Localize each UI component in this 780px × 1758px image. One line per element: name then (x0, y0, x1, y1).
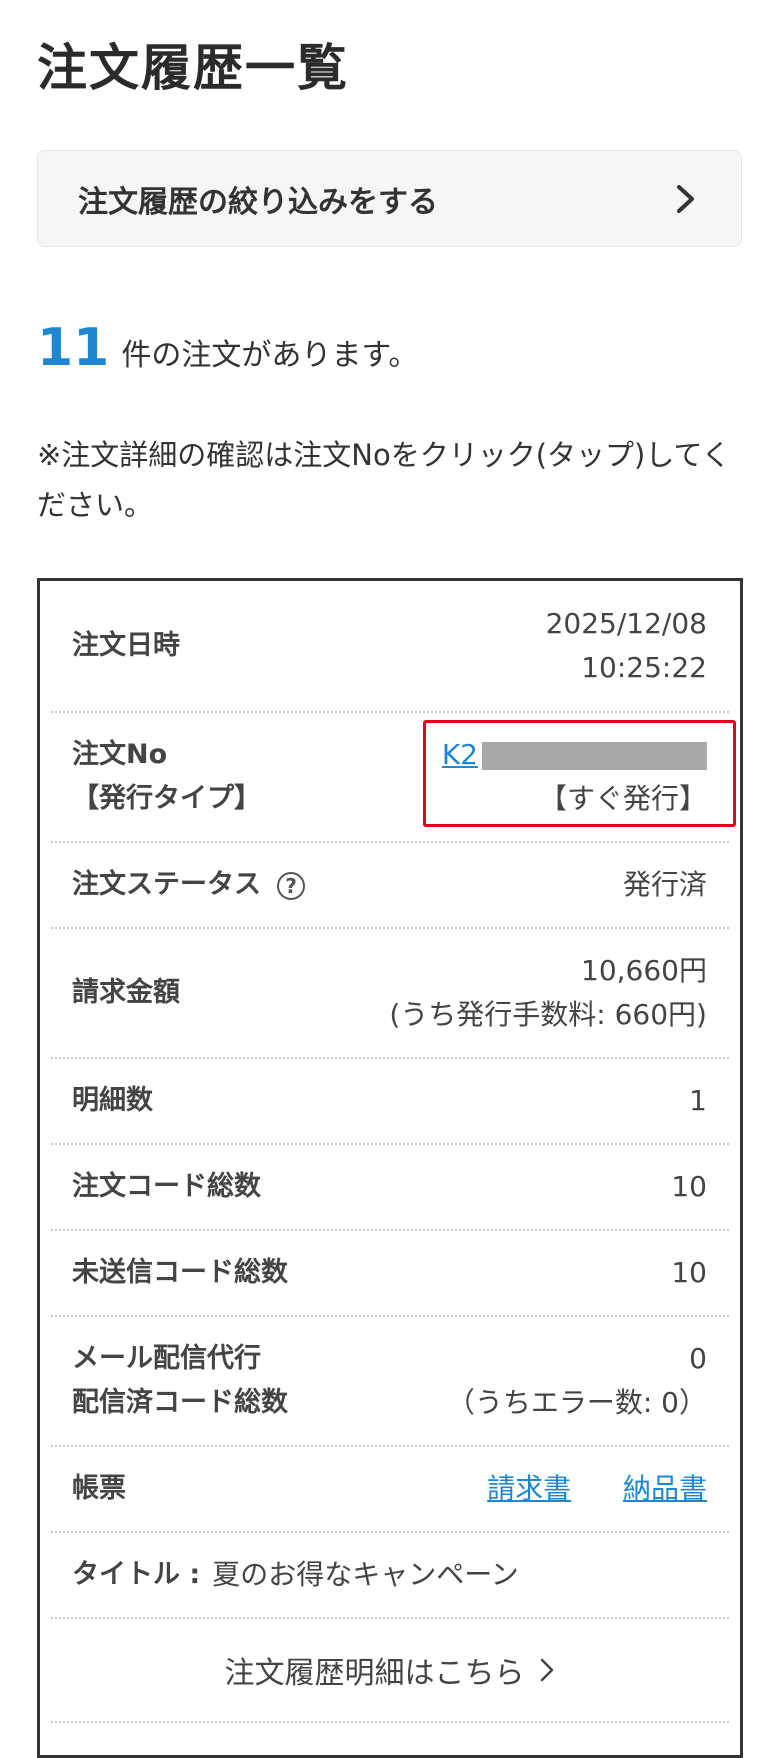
instruction-note: ※注文詳細の確認は注文Noをクリック(タップ)してください。 (37, 438, 731, 522)
mail-delivery-label: メール配信代行 (72, 1343, 261, 1374)
unsent-code-total-value: 10 (671, 1256, 707, 1289)
row-documents: 帳票 請求書 納品書 (51, 1447, 729, 1533)
row-order-datetime: 注文日時 2025/12/08 10:25:22 (51, 581, 729, 713)
chevron-right-icon (671, 184, 701, 214)
delivered-code-total: 0 (689, 1342, 707, 1375)
order-datetime-label: 注文日時 (72, 630, 180, 661)
chevron-right-icon (539, 1657, 555, 1683)
row-item-count: 明細数 1 (51, 1059, 729, 1145)
filter-button-label: 注文履歴の絞り込みをする (78, 184, 438, 220)
row-billing-amount: 請求金額 10,660円 (うち発行手数料: 660円) (51, 929, 729, 1059)
order-no-label: 注文No (72, 739, 168, 770)
billing-amount: 10,660円 (581, 954, 707, 987)
row-mail-delivery: メール配信代行 配信済コード総数 0 （うちエラー数: 0） (51, 1317, 729, 1447)
order-count: 11 件の注文があります。 (37, 322, 418, 374)
question-circle-icon[interactable]: ? (277, 871, 305, 900)
order-status-label: 注文ステータス (72, 869, 261, 900)
order-code-total-value: 10 (671, 1170, 707, 1203)
unsent-code-total-label: 未送信コード総数 (72, 1257, 288, 1288)
page-title: 注文履歴一覧 (37, 39, 349, 97)
documents-label: 帳票 (72, 1473, 126, 1504)
documents-links: 請求書 納品書 (487, 1467, 707, 1511)
order-no-labels: 注文No 【発行タイプ】 (72, 733, 261, 821)
order-time: 10:25:22 (581, 651, 707, 684)
item-count-value: 1 (689, 1084, 707, 1117)
order-date: 2025/12/08 (545, 607, 707, 640)
title-label: タイトル : (72, 1559, 201, 1590)
mail-delivery-value: 0 （うちエラー数: 0） (447, 1337, 707, 1425)
item-count-label: 明細数 (72, 1085, 153, 1116)
billing-amount-value: 10,660円 (うち発行手数料: 660円) (389, 949, 707, 1037)
billing-fee: (うち発行手数料: 660円) (389, 998, 707, 1031)
order-status-value: 発行済 (622, 868, 707, 901)
invoice-link[interactable]: 請求書 (487, 1472, 571, 1505)
row-title: タイトル : 夏のお得なキャンペーン (51, 1533, 729, 1619)
title-value: 夏のお得なキャンペーン (212, 1558, 519, 1591)
delivery-note-link[interactable]: 納品書 (623, 1472, 707, 1505)
mail-delivery-labels: メール配信代行 配信済コード総数 (72, 1337, 288, 1425)
row-order-code-total: 注文コード総数 10 (51, 1145, 729, 1231)
delivered-code-total-label: 配信済コード総数 (72, 1387, 288, 1418)
row-order-status: 注文ステータス? 発行済 (51, 843, 729, 929)
highlight-box (423, 720, 736, 827)
order-detail-link-label: 注文履歴明細はこちら (224, 1656, 525, 1691)
issue-type-label: 【発行タイプ】 (72, 783, 261, 814)
order-code-total-label: 注文コード総数 (72, 1171, 261, 1202)
order-detail-link[interactable]: 注文履歴明細はこちら (51, 1619, 729, 1723)
billing-amount-label: 請求金額 (72, 977, 180, 1008)
order-status-label-wrap: 注文ステータス? (72, 863, 305, 907)
row-unsent-code-total: 未送信コード総数 10 (51, 1231, 729, 1317)
order-count-number: 11 (37, 318, 110, 378)
order-datetime-value: 2025/12/08 10:25:22 (546, 602, 707, 690)
filter-button[interactable]: 注文履歴の絞り込みをする (37, 150, 742, 247)
order-count-text: 件の注文があります。 (121, 338, 419, 373)
error-count: （うちエラー数: 0） (446, 1386, 707, 1419)
